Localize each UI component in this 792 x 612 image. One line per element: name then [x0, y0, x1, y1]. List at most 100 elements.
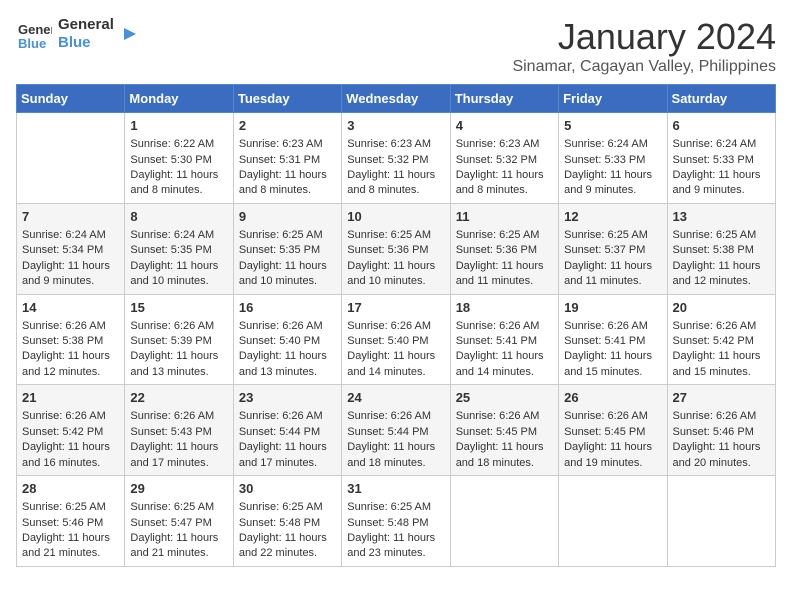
day-info: Sunset: 5:34 PM — [22, 243, 119, 258]
day-info: Sunrise: 6:25 AM — [239, 228, 336, 243]
day-info: Sunrise: 6:24 AM — [130, 228, 227, 243]
day-info: Daylight: 11 hours — [564, 349, 661, 364]
day-info: Sunrise: 6:26 AM — [456, 319, 553, 334]
day-number: 13 — [673, 208, 770, 226]
day-info: Sunrise: 6:25 AM — [347, 500, 444, 515]
day-info: Sunset: 5:32 PM — [456, 153, 553, 168]
day-cell: 17Sunrise: 6:26 AMSunset: 5:40 PMDayligh… — [342, 294, 450, 385]
day-info: Sunrise: 6:26 AM — [22, 409, 119, 424]
day-number: 15 — [130, 299, 227, 317]
day-info: Sunrise: 6:26 AM — [22, 319, 119, 334]
page-header: General Blue General Blue January 2024 S… — [16, 16, 776, 76]
day-info: Sunset: 5:40 PM — [347, 334, 444, 349]
day-info: and 10 minutes. — [239, 274, 336, 289]
day-info: Sunrise: 6:23 AM — [347, 137, 444, 152]
day-info: Sunset: 5:36 PM — [456, 243, 553, 258]
header-friday: Friday — [559, 85, 667, 113]
day-info: and 9 minutes. — [673, 183, 770, 198]
day-cell: 1Sunrise: 6:22 AMSunset: 5:30 PMDaylight… — [125, 113, 233, 204]
day-info: and 21 minutes. — [130, 546, 227, 561]
day-cell: 11Sunrise: 6:25 AMSunset: 5:36 PMDayligh… — [450, 203, 558, 294]
day-info: Daylight: 11 hours — [564, 259, 661, 274]
day-cell: 13Sunrise: 6:25 AMSunset: 5:38 PMDayligh… — [667, 203, 775, 294]
day-info: and 23 minutes. — [347, 546, 444, 561]
day-info: and 11 minutes. — [456, 274, 553, 289]
day-info: Sunset: 5:38 PM — [673, 243, 770, 258]
day-cell: 25Sunrise: 6:26 AMSunset: 5:45 PMDayligh… — [450, 385, 558, 476]
day-info: and 16 minutes. — [22, 456, 119, 471]
day-number: 23 — [239, 389, 336, 407]
logo: General Blue General Blue — [16, 16, 140, 52]
day-info: Sunrise: 6:25 AM — [239, 500, 336, 515]
day-info: Sunrise: 6:23 AM — [456, 137, 553, 152]
day-info: Sunrise: 6:22 AM — [130, 137, 227, 152]
week-row-4: 21Sunrise: 6:26 AMSunset: 5:42 PMDayligh… — [17, 385, 776, 476]
day-number: 20 — [673, 299, 770, 317]
day-info: Sunset: 5:39 PM — [130, 334, 227, 349]
day-number: 1 — [130, 117, 227, 135]
day-info: Sunset: 5:48 PM — [347, 516, 444, 531]
day-info: and 11 minutes. — [564, 274, 661, 289]
day-info: Sunrise: 6:25 AM — [456, 228, 553, 243]
day-number: 29 — [130, 480, 227, 498]
week-row-1: 1Sunrise: 6:22 AMSunset: 5:30 PMDaylight… — [17, 113, 776, 204]
day-info: Daylight: 11 hours — [347, 259, 444, 274]
day-info: Sunrise: 6:26 AM — [456, 409, 553, 424]
day-info: Daylight: 11 hours — [239, 168, 336, 183]
day-info: Sunset: 5:47 PM — [130, 516, 227, 531]
day-number: 18 — [456, 299, 553, 317]
day-info: and 17 minutes. — [239, 456, 336, 471]
day-info: and 10 minutes. — [347, 274, 444, 289]
header-tuesday: Tuesday — [233, 85, 341, 113]
day-info: and 8 minutes. — [239, 183, 336, 198]
day-info: Daylight: 11 hours — [239, 440, 336, 455]
day-number: 9 — [239, 208, 336, 226]
day-info: Sunset: 5:37 PM — [564, 243, 661, 258]
day-number: 11 — [456, 208, 553, 226]
day-cell: 16Sunrise: 6:26 AMSunset: 5:40 PMDayligh… — [233, 294, 341, 385]
day-cell: 15Sunrise: 6:26 AMSunset: 5:39 PMDayligh… — [125, 294, 233, 385]
day-info: Daylight: 11 hours — [564, 440, 661, 455]
day-cell: 5Sunrise: 6:24 AMSunset: 5:33 PMDaylight… — [559, 113, 667, 204]
day-info: Sunset: 5:35 PM — [130, 243, 227, 258]
day-info: Daylight: 11 hours — [130, 440, 227, 455]
day-cell: 7Sunrise: 6:24 AMSunset: 5:34 PMDaylight… — [17, 203, 125, 294]
day-info: and 12 minutes. — [673, 274, 770, 289]
day-info: Sunset: 5:45 PM — [564, 425, 661, 440]
day-info: Daylight: 11 hours — [456, 349, 553, 364]
day-cell: 24Sunrise: 6:26 AMSunset: 5:44 PMDayligh… — [342, 385, 450, 476]
day-cell: 8Sunrise: 6:24 AMSunset: 5:35 PMDaylight… — [125, 203, 233, 294]
day-number: 22 — [130, 389, 227, 407]
day-info: Sunset: 5:35 PM — [239, 243, 336, 258]
day-info: Daylight: 11 hours — [130, 259, 227, 274]
header-thursday: Thursday — [450, 85, 558, 113]
logo-blue: Blue — [58, 34, 114, 52]
svg-text:Blue: Blue — [18, 36, 46, 51]
day-number: 25 — [456, 389, 553, 407]
day-info: and 15 minutes. — [673, 365, 770, 380]
day-info: Sunset: 5:45 PM — [456, 425, 553, 440]
day-number: 12 — [564, 208, 661, 226]
day-info: and 9 minutes. — [22, 274, 119, 289]
day-info: Sunrise: 6:26 AM — [347, 319, 444, 334]
day-cell: 18Sunrise: 6:26 AMSunset: 5:41 PMDayligh… — [450, 294, 558, 385]
location: Sinamar, Cagayan Valley, Philippines — [512, 58, 776, 76]
day-info: Sunset: 5:31 PM — [239, 153, 336, 168]
day-info: Sunrise: 6:25 AM — [130, 500, 227, 515]
logo-general: General — [58, 16, 114, 34]
day-cell: 19Sunrise: 6:26 AMSunset: 5:41 PMDayligh… — [559, 294, 667, 385]
day-number: 26 — [564, 389, 661, 407]
day-info: Daylight: 11 hours — [130, 168, 227, 183]
day-cell: 23Sunrise: 6:26 AMSunset: 5:44 PMDayligh… — [233, 385, 341, 476]
day-cell: 31Sunrise: 6:25 AMSunset: 5:48 PMDayligh… — [342, 476, 450, 567]
logo-icon: General Blue — [16, 16, 52, 52]
day-info: Daylight: 11 hours — [347, 168, 444, 183]
day-info: Sunset: 5:41 PM — [564, 334, 661, 349]
day-cell: 3Sunrise: 6:23 AMSunset: 5:32 PMDaylight… — [342, 113, 450, 204]
day-number: 6 — [673, 117, 770, 135]
day-info: Daylight: 11 hours — [239, 349, 336, 364]
day-cell: 12Sunrise: 6:25 AMSunset: 5:37 PMDayligh… — [559, 203, 667, 294]
day-info: Sunrise: 6:23 AM — [239, 137, 336, 152]
day-info: Daylight: 11 hours — [239, 259, 336, 274]
month-title: January 2024 — [512, 16, 776, 58]
